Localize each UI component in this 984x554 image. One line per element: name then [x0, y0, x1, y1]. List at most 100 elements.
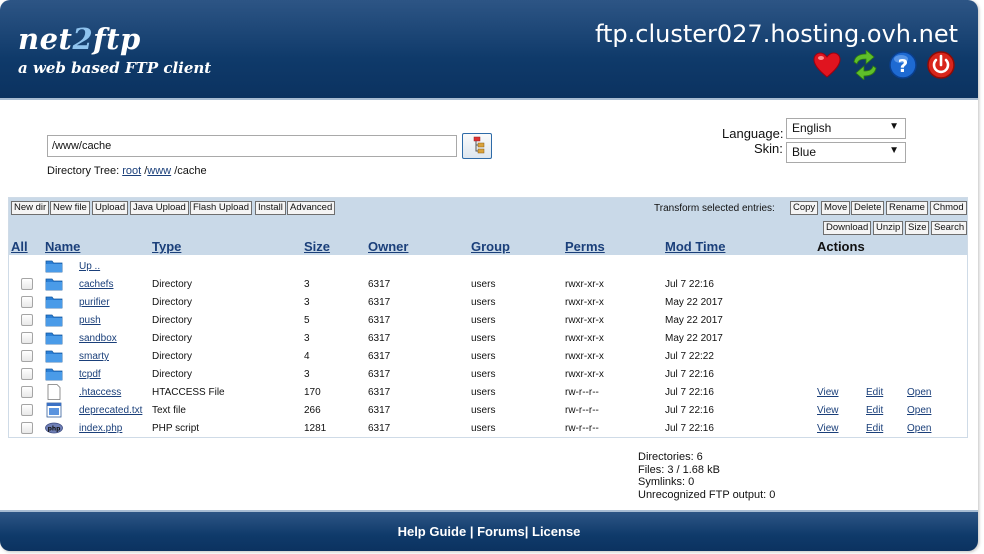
table-row[interactable]: tcpdf Directory 3 6317 users rwxr-xr-x Jul 7 2… — [9, 366, 967, 384]
chmod-button[interactable]: Chmod — [930, 201, 967, 215]
action-view-link[interactable]: View — [817, 423, 839, 434]
unzip-button[interactable]: Unzip — [873, 221, 904, 235]
file-name-link[interactable]: tcpdf — [79, 369, 101, 380]
directory-tree-label: Directory Tree: — [47, 165, 120, 177]
folder-icon — [45, 368, 63, 381]
cell-mtime: May 22 2017 — [665, 297, 723, 308]
skin-value: Blue — [792, 145, 817, 159]
row-checkbox[interactable] — [21, 404, 33, 416]
cell-perms: rwxr-xr-x — [565, 351, 604, 362]
action-edit-link[interactable]: Edit — [866, 405, 883, 416]
file-name-link[interactable]: purifier — [79, 297, 110, 308]
file-name-link[interactable]: push — [79, 315, 101, 326]
download-button[interactable]: Download — [823, 221, 872, 235]
tree-link-root[interactable]: root — [122, 165, 141, 177]
delete-button[interactable]: Delete — [851, 201, 885, 215]
advanced-button[interactable]: Advanced — [287, 201, 336, 215]
install-button[interactable]: Install — [255, 201, 286, 215]
tree-link-www[interactable]: www — [147, 165, 171, 177]
move-button[interactable]: Move — [821, 201, 851, 215]
table-row[interactable]: sandbox Directory 3 6317 users rwxr-xr-x May 2… — [9, 330, 967, 348]
file-name-link[interactable]: smarty — [79, 351, 109, 362]
action-open-link[interactable]: Open — [907, 387, 931, 398]
language-select[interactable]: English ▼ — [786, 118, 906, 139]
size-button[interactable]: Size — [905, 221, 930, 235]
transform-label: Transform selected entries: — [654, 203, 775, 214]
help-guide-link[interactable]: Help Guide — [398, 524, 467, 539]
table-row-up[interactable]: Up .. — [9, 258, 967, 276]
rename-button[interactable]: Rename — [886, 201, 928, 215]
java-upload-button[interactable]: Java Upload — [130, 201, 189, 215]
action-edit-link[interactable]: Edit — [866, 423, 883, 434]
directory-stats: Directories: 6 Files: 3 / 1.68 kB Symlin… — [638, 451, 775, 501]
app-window: net2ftp a web based FTP client ftp.clust… — [0, 0, 978, 551]
search-button[interactable]: Search — [931, 221, 968, 235]
footer-bar: Help Guide | Forums| License — [0, 510, 978, 551]
cell-owner: 6317 — [368, 405, 391, 416]
cell-mtime: Jul 7 22:16 — [665, 369, 714, 380]
folder-icon — [45, 314, 63, 327]
row-checkbox[interactable] — [21, 332, 33, 344]
sort-perms-link[interactable]: Perms — [565, 239, 605, 254]
row-checkbox[interactable] — [21, 368, 33, 380]
table-row[interactable]: deprecated.txt Text file 266 6317 users rw-r-… — [9, 402, 967, 420]
upload-button[interactable]: Upload — [92, 201, 129, 215]
table-row[interactable]: purifier Directory 3 6317 users rwxr-xr-x May … — [9, 294, 967, 312]
table-row[interactable]: php index.php PHP script 1281 6317 users rw-r-… — [9, 420, 967, 438]
cell-size: 266 — [304, 405, 321, 416]
row-checkbox[interactable] — [21, 278, 33, 290]
new-dir-button[interactable]: New dir — [11, 201, 50, 215]
cell-owner: 6317 — [368, 369, 391, 380]
cell-type: Directory — [152, 279, 193, 290]
file-name-link[interactable]: index.php — [79, 423, 122, 434]
cell-mtime: Jul 7 22:16 — [665, 423, 714, 434]
table-row[interactable]: smarty Directory 4 6317 users rwxr-xr-x Jul 7 … — [9, 348, 967, 366]
cell-size: 3 — [304, 279, 310, 290]
refresh-icon[interactable] — [850, 50, 880, 80]
help-icon[interactable]: ? — [888, 50, 918, 80]
row-checkbox[interactable] — [21, 314, 33, 326]
sort-name-link[interactable]: Name — [45, 239, 80, 254]
table-row[interactable]: cachefs Directory 3 6317 users rwxr-xr-x Jul 7… — [9, 276, 967, 294]
skin-select[interactable]: Blue ▼ — [786, 142, 906, 163]
row-checkbox[interactable] — [21, 386, 33, 398]
cell-size: 3 — [304, 297, 310, 308]
row-checkbox[interactable] — [21, 422, 33, 434]
stat-directories: Directories: 6 — [638, 451, 703, 463]
action-view-link[interactable]: View — [817, 405, 839, 416]
table-row[interactable]: .htaccess HTACCESS File 170 6317 users rw-r--… — [9, 384, 967, 402]
select-all-link[interactable]: All — [11, 239, 28, 254]
cell-group: users — [471, 405, 496, 416]
row-checkbox[interactable] — [21, 350, 33, 362]
new-file-button[interactable]: New file — [50, 201, 90, 215]
sort-modtime-link[interactable]: Mod Time — [665, 239, 725, 254]
power-icon[interactable] — [926, 50, 956, 80]
cell-mtime: Jul 7 22:22 — [665, 351, 714, 362]
sort-owner-link[interactable]: Owner — [368, 239, 408, 254]
sort-group-link[interactable]: Group — [471, 239, 510, 254]
forums-link[interactable]: Forums — [477, 524, 525, 539]
file-icon — [47, 384, 61, 400]
file-name-link[interactable]: sandbox — [79, 333, 117, 344]
flash-upload-button[interactable]: Flash Upload — [190, 201, 252, 215]
cell-owner: 6317 — [368, 423, 391, 434]
file-name-link[interactable]: .htaccess — [79, 387, 121, 398]
browse-tree-button[interactable] — [462, 133, 492, 159]
file-name-link[interactable]: deprecated.txt — [79, 405, 142, 416]
up-link[interactable]: Up .. — [79, 261, 100, 272]
action-open-link[interactable]: Open — [907, 423, 931, 434]
directory-input[interactable] — [47, 135, 457, 157]
sort-size-link[interactable]: Size — [304, 239, 330, 254]
license-link[interactable]: License — [532, 524, 580, 539]
action-open-link[interactable]: Open — [907, 405, 931, 416]
table-row[interactable]: push Directory 5 6317 users rwxr-xr-x May 22 2… — [9, 312, 967, 330]
copy-button[interactable]: Copy — [790, 201, 819, 215]
cell-mtime: May 22 2017 — [665, 333, 723, 344]
row-checkbox[interactable] — [21, 296, 33, 308]
sort-type-link[interactable]: Type — [152, 239, 181, 254]
action-view-link[interactable]: View — [817, 387, 839, 398]
stat-symlinks: Symlinks: 0 — [638, 476, 695, 488]
action-edit-link[interactable]: Edit — [866, 387, 883, 398]
file-name-link[interactable]: cachefs — [79, 279, 113, 290]
heart-icon[interactable] — [812, 50, 842, 80]
